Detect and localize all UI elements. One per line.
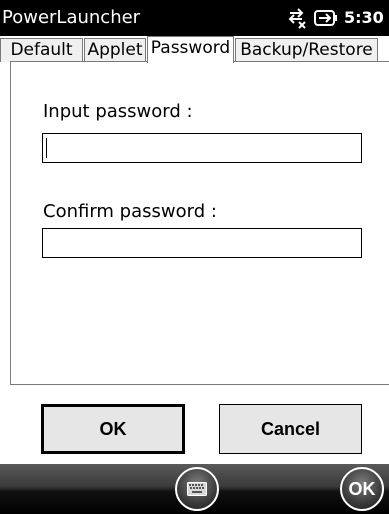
- clock[interactable]: 5:30: [344, 8, 384, 28]
- tab-default[interactable]: Default: [0, 38, 83, 62]
- confirm-password-field[interactable]: [42, 228, 362, 258]
- tab-password[interactable]: Password: [147, 36, 234, 63]
- battery-icon[interactable]: [314, 10, 338, 26]
- confirm-password-label: Confirm password :: [43, 201, 217, 222]
- ok-round-button[interactable]: OK: [340, 467, 384, 511]
- ok-button[interactable]: OK: [41, 404, 185, 454]
- keyboard-icon: [187, 482, 207, 496]
- app-title: PowerLauncher: [2, 7, 141, 28]
- bottom-bar: OK: [0, 464, 389, 514]
- input-password-label: Input password :: [43, 101, 193, 122]
- tab-strip: Default Applet Password Backup/Restore: [0, 36, 389, 63]
- text-caret: [46, 138, 47, 158]
- tab-backup-restore[interactable]: Backup/Restore: [235, 38, 378, 62]
- signal-icon[interactable]: [284, 7, 308, 29]
- input-password-field[interactable]: [42, 133, 362, 163]
- title-bar: PowerLauncher 5:30: [0, 0, 389, 36]
- cancel-button[interactable]: Cancel: [219, 404, 362, 454]
- keyboard-button[interactable]: [175, 467, 219, 511]
- tab-applet[interactable]: Applet: [84, 38, 146, 62]
